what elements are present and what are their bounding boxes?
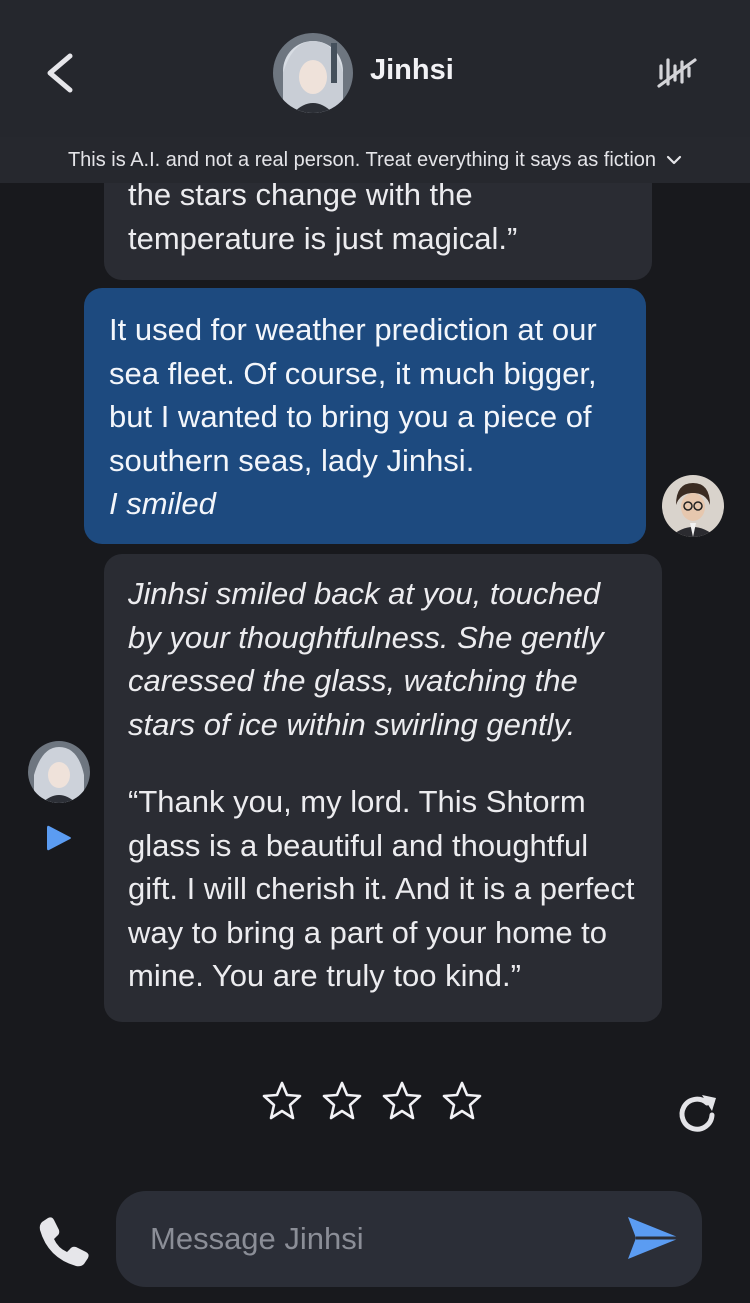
message-line: the stars change with the (128, 183, 473, 212)
send-icon[interactable] (624, 1213, 684, 1263)
user-message-text: It used for weather prediction at our se… (109, 312, 597, 478)
phone-icon[interactable] (36, 1212, 94, 1270)
chevron-down-icon (666, 155, 682, 165)
disclaimer-text: This is A.I. and not a real person. Trea… (67, 148, 657, 171)
back-chevron-icon[interactable] (38, 50, 82, 96)
character-name: Jinhsi (370, 54, 454, 86)
ai-message-bubble: the stars change with the temperature is… (104, 183, 652, 280)
character-avatar[interactable] (273, 33, 353, 113)
top-bar: Jinhsi (0, 0, 750, 137)
voice-off-icon[interactable] (655, 52, 699, 92)
message-rating (262, 1080, 482, 1120)
chat-thread[interactable]: the stars change with the temperature is… (0, 183, 750, 1183)
user-action-text: I smiled (109, 486, 216, 521)
refresh-icon[interactable] (674, 1092, 720, 1138)
star-icon[interactable] (322, 1080, 362, 1120)
play-icon[interactable] (44, 823, 74, 853)
ai-disclaimer-banner[interactable]: This is A.I. and not a real person. Trea… (0, 137, 750, 183)
ai-speech-text: “Thank you, my lord. This Shtorm glass i… (128, 784, 635, 993)
star-icon[interactable] (442, 1080, 482, 1120)
character-avatar-small[interactable] (28, 741, 90, 803)
user-avatar[interactable] (662, 475, 724, 537)
message-input[interactable] (148, 1213, 602, 1265)
user-message-bubble: It used for weather prediction at our se… (84, 288, 646, 544)
message-line: temperature is just magical.” (128, 220, 518, 256)
message-composer (116, 1191, 702, 1287)
ai-action-text: Jinhsi smiled back at you, touched by yo… (128, 576, 604, 742)
star-icon[interactable] (382, 1080, 422, 1120)
star-icon[interactable] (262, 1080, 302, 1120)
ai-message-bubble: Jinhsi smiled back at you, touched by yo… (104, 554, 662, 1022)
